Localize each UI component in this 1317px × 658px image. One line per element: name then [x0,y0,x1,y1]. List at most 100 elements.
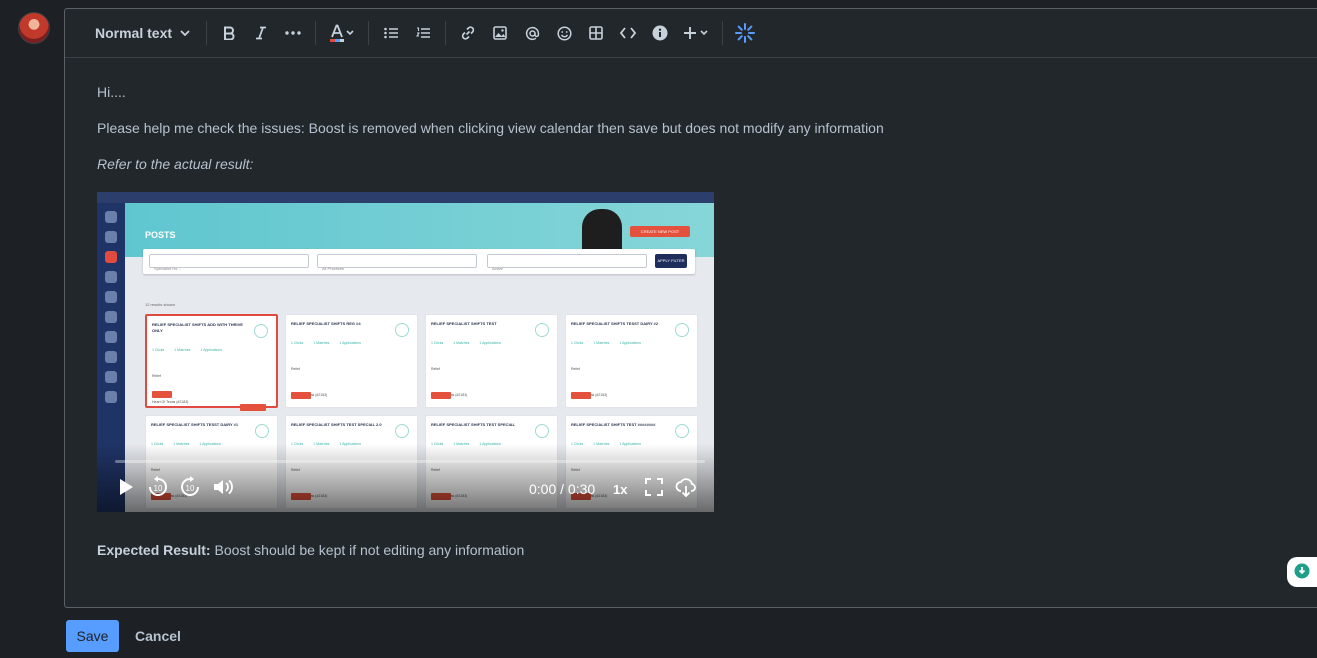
post-card-illustration [535,424,549,438]
post-card-title: RELIEF SPECIALIST SHIFTS TESST DAIRY #2 [571,321,659,326]
lightbulb-icon [1294,563,1310,579]
post-card-illustration [395,323,409,337]
play-icon[interactable] [117,478,135,496]
video-frame-results-count: 12 results shown [145,302,176,307]
video-progress-bar[interactable] [115,460,705,463]
fullscreen-icon[interactable] [645,478,663,496]
post-card-stats: 1 Clicks 1 Matches 1 Applications [152,340,271,360]
post-card-illustration [675,424,689,438]
link-icon[interactable] [452,17,484,49]
toolbar-divider [206,21,208,45]
save-button[interactable]: Save [66,620,119,652]
post-card-stats: 1 Clicks 1 Matches 1 Applications [291,333,412,353]
text-style-label: Normal text [95,25,173,41]
post-card-clicks: 1 Clicks [571,341,584,345]
text-style-dropdown[interactable]: Normal text [87,17,200,49]
playback-speed[interactable]: 1x [613,480,627,500]
expected-result-label: Expected Result: [97,542,211,558]
post-card-title: RELIEF SPECIALIST SHIFTS TEST SPECIAL 2.… [291,422,382,427]
video-frame-nav-item [105,391,117,403]
editor-toolbar: Normal text [65,9,1317,58]
post-card-illustration [255,424,269,438]
post-card-title: RELIEF SPECIALIST SHIFTS TESST DAIRY #1 [151,422,239,427]
video-frame-apply-button: APPLY FILTER [655,254,687,268]
bullet-list-icon[interactable] [375,17,407,49]
video-frame-post-card: RELIEF SPECIALIST SHIFTS REG #4 1 Clicks 1… [285,314,418,423]
volume-icon[interactable] [213,478,235,496]
post-card-type: Relief [152,374,161,378]
post-card-type: Relief [291,367,300,371]
video-frame-filter-practices: All Practices [317,254,477,271]
post-card-stats: 1 Clicks 1 Matches 1 Applications [431,333,552,353]
post-card-tag [152,391,172,398]
expected-result-paragraph: Expected Result: Boost should be kept if… [97,540,1291,560]
chevron-down-icon [180,27,190,39]
video-frame-nav-item [105,291,117,303]
editor-actions: Save Cancel [66,620,189,652]
code-icon[interactable] [612,17,644,49]
post-card-applications: 1 Applications [339,341,362,345]
video-frame-filter-bar: Specialist Ho... All Practices Active AP… [143,249,695,274]
video-frame-nav-item [105,271,117,283]
video-frame-post-card: RELIEF SPECIALIST SHIFTS TESST DAIRY #2 1… [565,314,698,423]
insert-more-icon[interactable] [676,17,716,49]
post-card-title: RELIEF SPECIALIST SHIFTS REG #4 [291,321,361,326]
forward-10-icon[interactable]: 10 [179,476,201,498]
info-icon[interactable] [644,17,676,49]
video-time: 0:00 / 0:30 [529,481,596,497]
post-card-matches: 1 Matches [313,341,330,345]
italic-icon[interactable] [245,17,277,49]
video-frame-filter-status: Active [487,254,647,271]
post-card-matches: 1 Matches [174,348,191,352]
video-frame-title: POSTS [145,230,176,240]
ai-icon[interactable] [729,17,761,49]
post-card-tag [431,392,451,399]
toolbar-divider [445,21,447,45]
toolbar-divider [368,21,370,45]
post-card-tag [291,392,311,399]
numbered-list-icon[interactable] [407,17,439,49]
post-card-illustration [535,323,549,337]
emoji-icon[interactable] [548,17,580,49]
rich-text-editor: Normal text Hi.... Please help me check … [64,8,1317,608]
post-card-stats: 1 Clicks 1 Matches 1 Applications [571,333,692,353]
text-color-icon[interactable] [322,17,362,49]
more-formatting-icon[interactable] [277,17,309,49]
post-card-applications: 1 Applications [200,348,223,352]
video-frame-filter-tag: Specialist Ho... [149,254,309,271]
post-card-applications: 1 Applications [619,341,642,345]
post-card-clicks: 1 Clicks [152,348,165,352]
cancel-button[interactable]: Cancel [127,620,189,652]
editor-content[interactable]: Hi.... Please help me check the issues: … [65,58,1317,560]
help-bubble[interactable] [1287,557,1317,587]
table-icon[interactable] [580,17,612,49]
video-frame-nav-item [105,351,117,363]
video-player[interactable]: POSTS CREATE NEW POST Specialist Ho... A… [97,192,714,512]
video-frame-nav-item [105,331,117,343]
video-frame-nav-item [105,311,117,323]
mention-icon[interactable] [516,17,548,49]
post-card-tag [571,392,591,399]
post-card-title: RELIEF SPECIALIST SHIFTS ADD WITH THRIVE… [152,322,243,333]
bold-icon[interactable] [213,17,245,49]
post-card-illustration [395,424,409,438]
download-icon[interactable] [675,476,697,498]
video-frame-nav-item [105,211,117,223]
video-frame-create-button: CREATE NEW POST [630,226,690,237]
post-card-matches: 1 Matches [453,341,470,345]
image-icon[interactable] [484,17,516,49]
refer-paragraph: Refer to the actual result: [97,156,254,172]
post-card-clicks: 1 Clicks [291,341,304,345]
post-card-matches: 1 Matches [593,341,610,345]
video-frame-post-card: RELIEF SPECIALIST SHIFTS ADD WITH THRIVE… [145,314,278,430]
greeting-paragraph: Hi.... [97,84,126,100]
post-card-clicks: 1 Clicks [431,341,444,345]
boosted-badge [240,404,266,411]
rewind-10-icon[interactable]: 10 [147,476,169,498]
toolbar-divider [315,21,317,45]
post-card-type: Relief [431,367,440,371]
post-card-applications: 1 Applications [479,341,502,345]
video-frame-nav-item [105,371,117,383]
post-card-illustration [254,324,268,338]
video-frame-nav-item [105,251,117,263]
